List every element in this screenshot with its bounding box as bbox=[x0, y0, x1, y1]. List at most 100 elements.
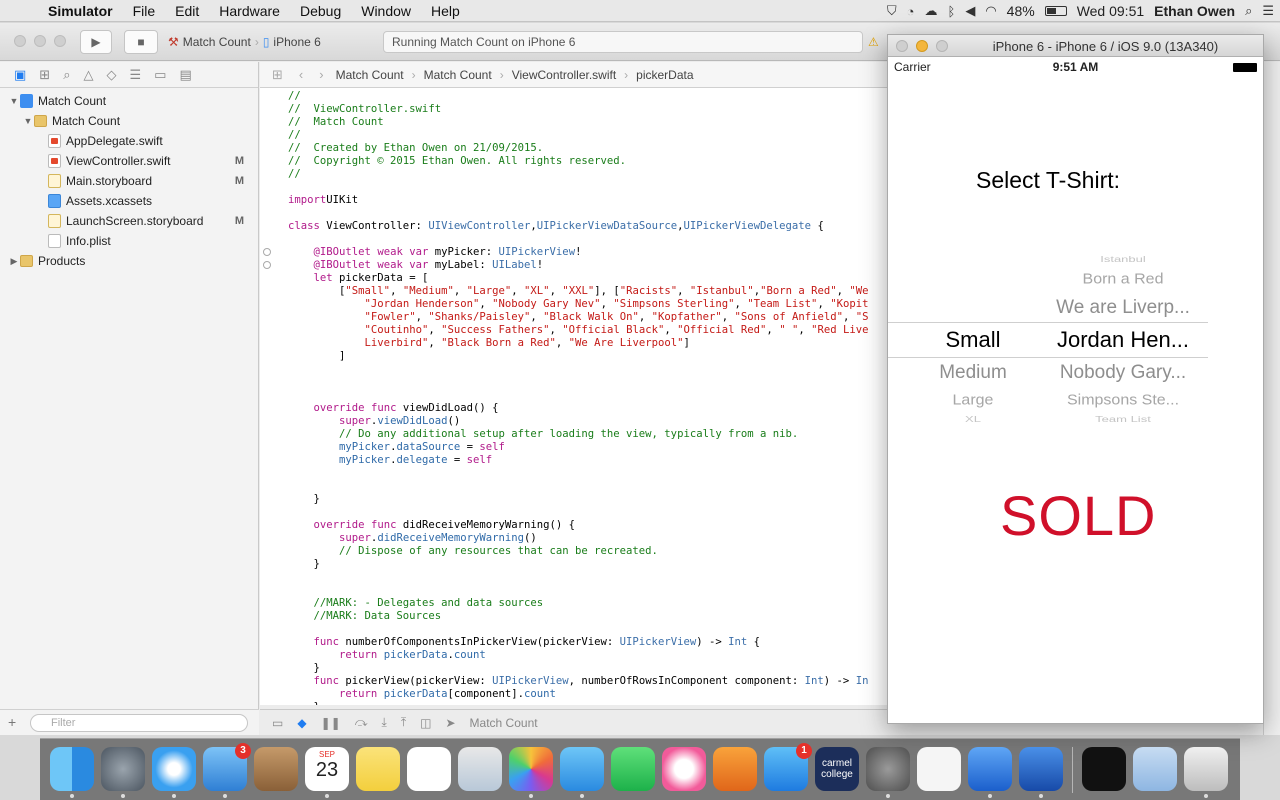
battery-percent[interactable]: 48% bbox=[1007, 3, 1035, 19]
code-line[interactable] bbox=[288, 376, 869, 389]
code-line[interactable] bbox=[288, 480, 869, 493]
outlet-connection-dot[interactable] bbox=[263, 261, 271, 269]
step-over-icon[interactable]: ⤼ bbox=[355, 715, 368, 730]
tshirt-picker[interactable]: Small Medium Large XL Istanbul Born a Re… bbox=[888, 240, 1208, 430]
code-line[interactable] bbox=[288, 571, 869, 584]
spotlight-icon[interactable]: ⌕ bbox=[1245, 3, 1252, 19]
close-window-button[interactable] bbox=[14, 35, 26, 47]
code-line[interactable] bbox=[288, 623, 869, 636]
code-line[interactable]: // Dispose of any resources that can be … bbox=[288, 545, 869, 558]
code-line[interactable] bbox=[288, 506, 869, 519]
disclosure-triangle-icon[interactable]: ▼ bbox=[8, 96, 20, 106]
symbol-navigator-icon[interactable]: ⊞ bbox=[39, 67, 50, 83]
code-line[interactable]: override func viewDidLoad() { bbox=[288, 402, 869, 415]
disclosure-triangle-icon[interactable]: ▼ bbox=[22, 116, 34, 126]
picker-left-row[interactable]: Medium bbox=[928, 362, 1018, 384]
test-navigator-icon[interactable]: ◇ bbox=[106, 67, 116, 83]
source-editor[interactable]: //// ViewController.swift// Match Count /… bbox=[260, 88, 890, 705]
code-line[interactable]: myPicker.delegate = self bbox=[288, 454, 869, 467]
picker-right-row[interactable]: Simpsons Ste... bbox=[1048, 393, 1198, 409]
code-line[interactable]: // bbox=[288, 129, 869, 142]
picker-left-row[interactable]: XL bbox=[928, 415, 1018, 424]
issue-navigator-icon[interactable]: △ bbox=[83, 67, 93, 83]
forward-icon[interactable]: › bbox=[315, 67, 327, 82]
run-button[interactable]: ▶ bbox=[80, 30, 112, 54]
find-navigator-icon[interactable]: ⌕ bbox=[63, 67, 70, 83]
itunes-icon[interactable] bbox=[662, 747, 706, 791]
code-line[interactable]: @IBOutlet weak var myPicker: UIPickerVie… bbox=[288, 246, 869, 259]
code-line[interactable]: return pickerData.count bbox=[288, 649, 869, 662]
menu-clock[interactable]: Wed 09:51 bbox=[1077, 3, 1144, 19]
code-line[interactable] bbox=[288, 363, 869, 376]
calendar-icon[interactable]: SEP 23 bbox=[305, 747, 349, 798]
notification-center-icon[interactable]: ☰ bbox=[1262, 3, 1274, 19]
code-line[interactable]: return pickerData[component].count bbox=[288, 688, 869, 701]
code-line[interactable]: } bbox=[288, 662, 869, 675]
scheme-selector[interactable]: ⚒ Match Count › ▯ iPhone 6 bbox=[168, 31, 321, 53]
file-tree-item[interactable]: Info.plist bbox=[0, 231, 258, 251]
menu-debug[interactable]: Debug bbox=[290, 3, 351, 19]
code-line[interactable] bbox=[288, 233, 869, 246]
code-line[interactable]: super.didReceiveMemoryWarning() bbox=[288, 532, 869, 545]
trash-icon[interactable] bbox=[1184, 747, 1228, 798]
code-line[interactable]: } bbox=[288, 493, 869, 506]
project-navigator-icon[interactable]: ▣ bbox=[14, 67, 26, 83]
hide-debug-area-icon[interactable]: ▭ bbox=[272, 716, 283, 730]
debug-navigator-icon[interactable]: ☰ bbox=[129, 67, 141, 83]
outlet-connection-dot[interactable] bbox=[263, 248, 271, 256]
code-line[interactable]: super.viewDidLoad() bbox=[288, 415, 869, 428]
code-line[interactable]: //MARK: - Delegates and data sources bbox=[288, 597, 869, 610]
warning-icon[interactable]: ⚠ bbox=[868, 35, 879, 49]
messages-icon[interactable] bbox=[560, 747, 604, 798]
contacts-icon[interactable] bbox=[254, 747, 298, 791]
ibooks-icon[interactable] bbox=[713, 747, 757, 791]
simulator-icon[interactable] bbox=[1019, 747, 1063, 798]
step-into-icon[interactable]: ⤓ bbox=[382, 715, 387, 730]
code-line[interactable]: } bbox=[288, 558, 869, 571]
facetime-icon[interactable] bbox=[611, 747, 655, 791]
report-navigator-icon[interactable]: ▤ bbox=[179, 67, 191, 83]
menu-help[interactable]: Help bbox=[421, 3, 470, 19]
code-line[interactable] bbox=[288, 584, 869, 597]
picker-right-row[interactable]: We are Liverp... bbox=[1048, 297, 1198, 319]
carmel-college-icon[interactable]: carmel college bbox=[815, 747, 859, 791]
disclosure-triangle-icon[interactable]: ▶ bbox=[8, 256, 20, 267]
file-tree-item[interactable]: ViewController.swift M bbox=[0, 151, 258, 171]
code-line[interactable]: "Fowler", "Shanks/Paisley", "Black Walk … bbox=[288, 311, 869, 324]
folder-icon[interactable] bbox=[1133, 747, 1177, 791]
shield-icon[interactable]: ⛉ bbox=[887, 3, 897, 19]
downloads-icon[interactable] bbox=[1082, 747, 1126, 791]
menu-app-name[interactable]: Simulator bbox=[40, 3, 123, 19]
code-line[interactable] bbox=[288, 389, 869, 402]
bluetooth-icon[interactable]: ᛒ bbox=[948, 4, 956, 19]
code-line[interactable]: // bbox=[288, 90, 869, 103]
code-line[interactable]: func pickerView(pickerView: UIPickerView… bbox=[288, 675, 869, 688]
breadcrumb-symbol[interactable]: pickerData bbox=[636, 68, 693, 82]
menu-window[interactable]: Window bbox=[351, 3, 421, 19]
picker-left-selected[interactable]: Small bbox=[928, 327, 1018, 353]
file-tree-item[interactable]: ▶ Products bbox=[0, 251, 258, 271]
time-machine-icon[interactable]: ◔ bbox=[907, 4, 915, 19]
pause-icon[interactable]: ❚❚ bbox=[321, 716, 341, 730]
code-line[interactable]: let pickerData = [ bbox=[288, 272, 869, 285]
picker-right-row[interactable]: Team List bbox=[1048, 415, 1198, 424]
file-tree-item[interactable]: ▼ Match Count bbox=[0, 111, 258, 131]
code-text[interactable]: //// ViewController.swift// Match Count /… bbox=[288, 90, 869, 705]
file-tree-item[interactable]: LaunchScreen.storyboard M bbox=[0, 211, 258, 231]
xcode-icon[interactable] bbox=[968, 747, 1012, 798]
code-line[interactable]: ["Small", "Medium", "Large", "XL", "XXL"… bbox=[288, 285, 869, 298]
code-line[interactable] bbox=[288, 181, 869, 194]
code-line[interactable]: override func didReceiveMemoryWarning() … bbox=[288, 519, 869, 532]
breakpoint-navigator-icon[interactable]: ▭ bbox=[154, 67, 166, 83]
battery-icon[interactable] bbox=[1044, 6, 1067, 16]
back-icon[interactable]: ‹ bbox=[295, 67, 307, 82]
code-line[interactable]: ] bbox=[288, 350, 869, 363]
preview-icon[interactable] bbox=[458, 747, 502, 791]
code-line[interactable] bbox=[288, 207, 869, 220]
minimize-window-button[interactable] bbox=[34, 35, 46, 47]
picker-right-selected[interactable]: Jordan Hen... bbox=[1048, 327, 1198, 353]
breadcrumb-project[interactable]: Match Count bbox=[336, 68, 404, 82]
safari-icon[interactable] bbox=[152, 747, 196, 798]
code-line[interactable]: // Created by Ethan Owen on 21/09/2015. bbox=[288, 142, 869, 155]
breadcrumb-group[interactable]: Match Count bbox=[424, 68, 492, 82]
